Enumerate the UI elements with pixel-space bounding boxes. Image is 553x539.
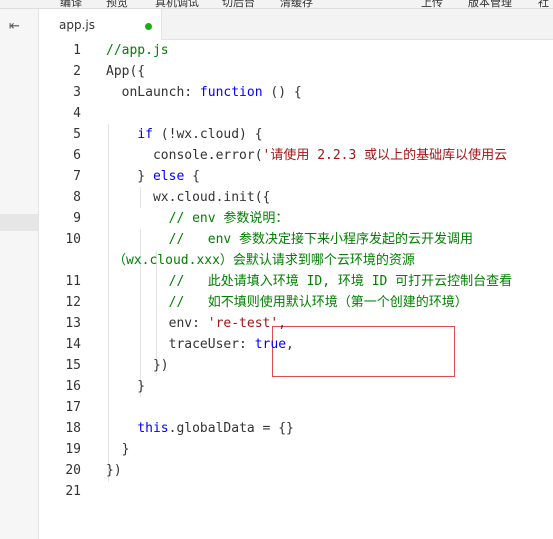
line-number: 5: [73, 127, 81, 142]
code-token: // env 参数说明：: [106, 211, 289, 226]
toolbar-preview-button[interactable]: 预览: [106, 0, 128, 8]
code-token: env:: [106, 316, 208, 331]
line-number: 4: [73, 106, 81, 121]
line-number: 7: [73, 169, 81, 184]
toolbar-compile-button[interactable]: 编译: [60, 0, 82, 8]
code-token: // env 参数决定接下来小程序发起的云开发调用: [106, 232, 474, 247]
code-token: '请使用 2.2.3 或以上的基础库以使用云: [262, 148, 508, 163]
code-token: }: [106, 379, 146, 394]
line-number: 21: [65, 484, 81, 499]
collapse-panel-icon[interactable]: ⇤: [9, 19, 20, 34]
code-line: console.error('请使用 2.2.3 或以上的基础库以使用云: [106, 145, 507, 166]
code-line: // env 参数说明：: [106, 208, 289, 229]
toolbar-upload-button[interactable]: 上传: [421, 0, 443, 8]
code-token: wx.cloud.init({: [106, 190, 271, 205]
code-line: // 如不填则使用默认环境（第一个创建的环境）: [106, 292, 468, 313]
tab-app-js[interactable]: app.js: [39, 9, 162, 40]
highlight-box: [272, 326, 455, 377]
code-token: App({: [106, 64, 146, 79]
code-line: // 此处请填入环境 ID, 环境 ID 可打开云控制台查看: [106, 271, 513, 292]
toolbar-version-button[interactable]: 版本管理: [468, 0, 512, 8]
code-token: (!wx.cloud) {: [152, 127, 263, 142]
code-token: if: [137, 127, 153, 142]
code-line: }: [106, 376, 145, 397]
tab-label: app.js: [59, 18, 95, 32]
line-number: 19: [65, 442, 81, 457]
code-line: } else {: [106, 166, 200, 187]
code-line: if (!wx.cloud) {: [106, 124, 263, 145]
code-token: {: [184, 169, 200, 184]
code-line: traceUser: true,: [106, 334, 294, 355]
line-number: 16: [65, 379, 81, 394]
code-token: this: [137, 421, 169, 436]
line-number: 14: [65, 337, 81, 352]
unsaved-dot-icon: [145, 23, 152, 30]
code-token: traceUser:: [106, 337, 255, 352]
code-token: else: [152, 169, 185, 184]
line-number: 17: [65, 400, 81, 415]
left-selected-row: [0, 214, 38, 231]
code-line: }): [106, 460, 122, 481]
code-token: //app.js: [106, 43, 169, 58]
toolbar-community-button[interactable]: 社: [538, 0, 549, 8]
code-token: }: [106, 442, 130, 457]
line-number: 10: [65, 232, 81, 247]
code-editor[interactable]: 1 2 3 4 5 6 7 8 9 10 11 12 13 14 15 16 17 18 19 20 21 （wx.cl…: [39, 40, 553, 539]
code-token: ,: [286, 337, 294, 352]
toolbar-clear-cache-button[interactable]: 清缓存: [280, 0, 313, 8]
code-line: this.globalData = {}: [106, 418, 294, 439]
line-number: 3: [73, 85, 81, 100]
code-line: App({: [106, 61, 145, 82]
editor-tab-bar: app.js: [39, 9, 553, 40]
code-area[interactable]: （wx.cloud.xxx）会默认请求到哪个云环境的资源 //app.js App…: [106, 40, 553, 539]
code-line: onLaunch: function () {: [106, 82, 302, 103]
line-number: 1: [73, 43, 81, 58]
line-number: 12: [65, 295, 81, 310]
code-token: 're-test': [207, 316, 279, 331]
line-number: 15: [65, 358, 81, 373]
code-line: wx.cloud.init({: [106, 187, 270, 208]
code-token: }): [106, 463, 122, 478]
code-token: ,: [278, 316, 287, 331]
line-number: 18: [65, 421, 81, 436]
toolbar-background-button[interactable]: 切后台: [222, 0, 255, 8]
code-line: env: 're-test',: [106, 313, 286, 334]
line-number: 11: [65, 274, 81, 289]
code-token: () {: [262, 85, 302, 100]
line-number: 6: [73, 148, 81, 163]
code-token: onLaunch:: [106, 85, 200, 100]
line-number: 9: [73, 211, 81, 226]
code-token: // 此处请填入环境 ID, 环境 ID 可打开云控制台查看: [106, 274, 513, 289]
wrapped-comment-line-10: （wx.cloud.xxx）会默认请求到哪个云环境的资源: [113, 253, 415, 268]
code-line: }): [106, 355, 169, 376]
code-token: function: [199, 85, 263, 100]
line-number-gutter: 1 2 3 4 5 6 7 8 9 10 11 12 13 14 15 16 17 18 19 20 21: [39, 40, 89, 539]
code-line: }: [106, 439, 130, 460]
toolbar-device-debug-button[interactable]: 真机调试: [155, 0, 199, 8]
line-number: 2: [73, 64, 81, 79]
code-token: console.error(: [106, 148, 263, 163]
left-activity-bar: ⇤: [0, 9, 39, 539]
line-number: 8: [73, 190, 81, 205]
top-toolbar: 编译 预览 真机调试 切后台 清缓存 上传 版本管理 社: [0, 0, 553, 9]
code-token: // 如不填则使用默认环境（第一个创建的环境）: [106, 295, 468, 310]
code-line: //app.js: [106, 40, 169, 61]
code-token: }: [106, 169, 153, 184]
code-token: }): [106, 358, 169, 373]
code-token: .globalData = {}: [168, 421, 294, 436]
line-number: 13: [65, 316, 81, 331]
line-number: 20: [65, 463, 81, 478]
code-token: true: [254, 337, 287, 352]
code-line: // env 参数决定接下来小程序发起的云开发调用: [106, 229, 473, 250]
